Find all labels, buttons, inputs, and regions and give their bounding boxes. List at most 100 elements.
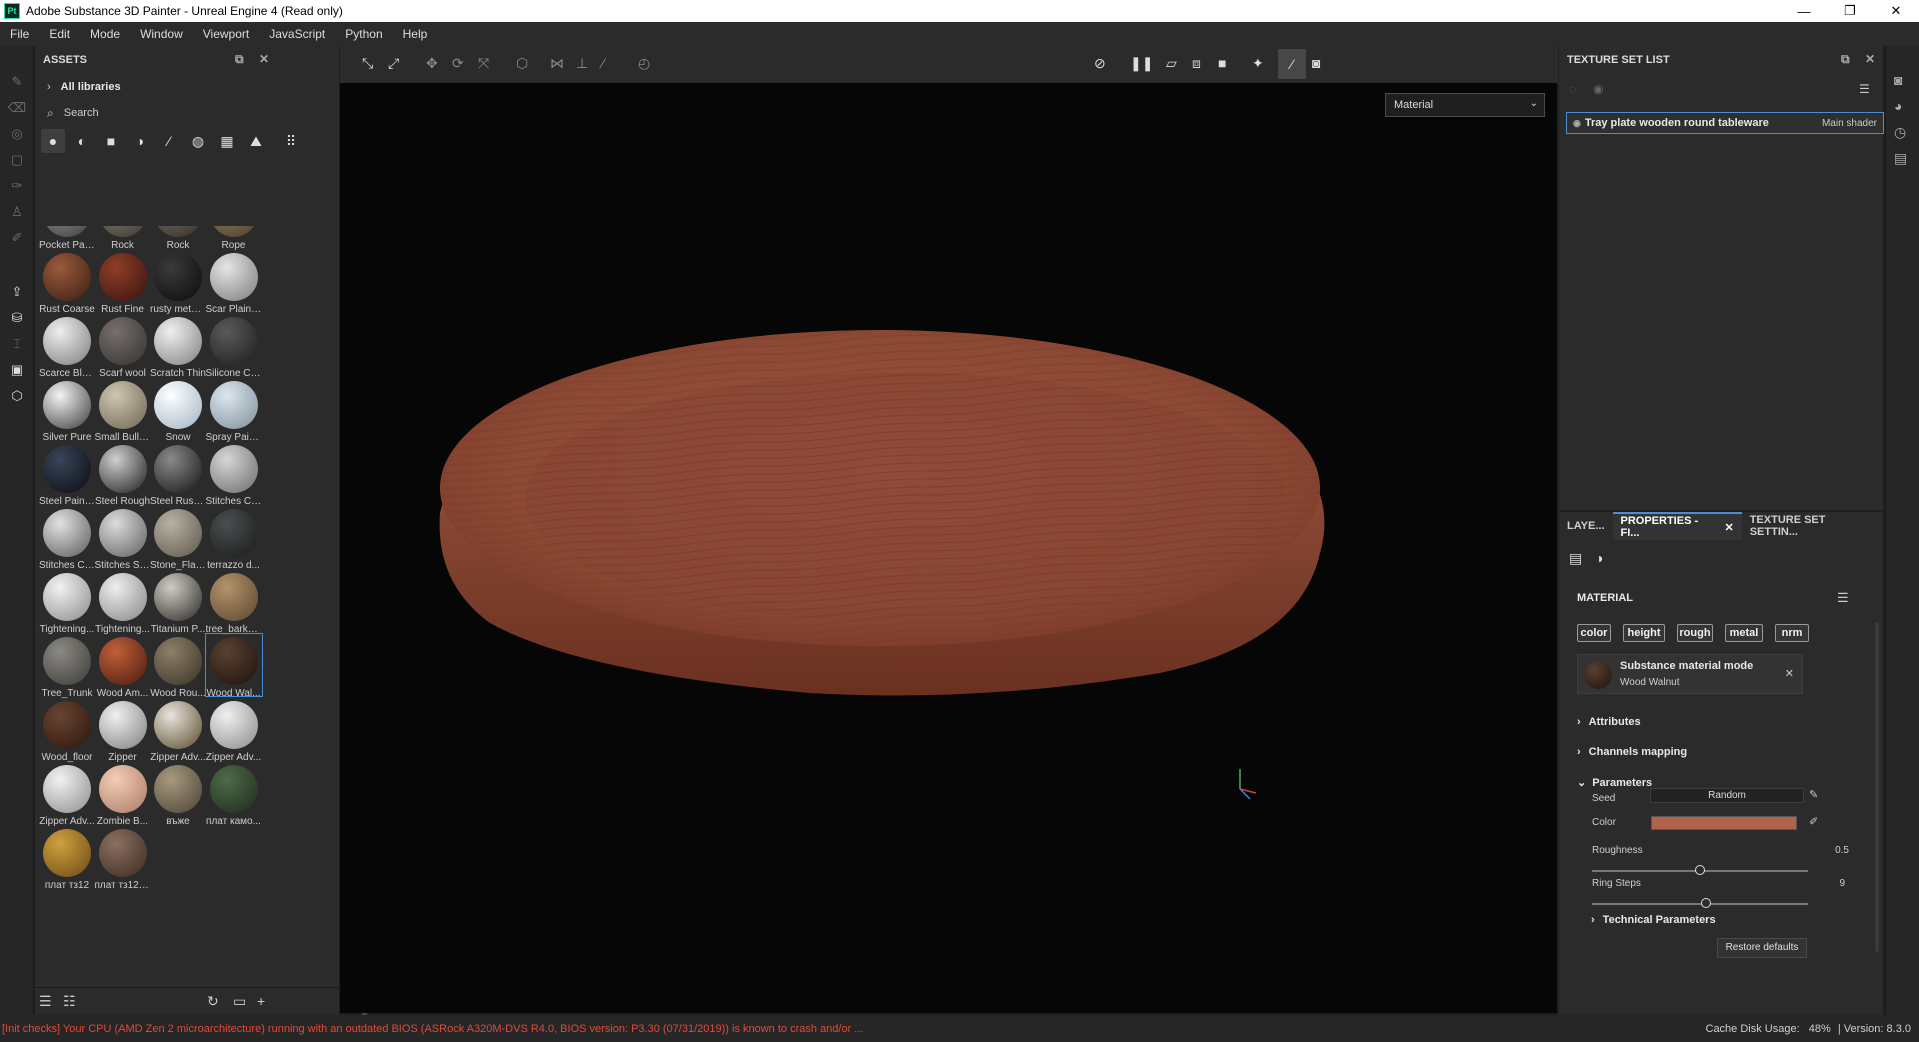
asset-tile[interactable]: rusty metal... [150, 250, 206, 315]
3d-viewport[interactable] [340, 83, 1557, 1013]
asset-tile[interactable]: Wood_floor [39, 698, 95, 763]
clone-stamp-icon[interactable]: ♙ [7, 202, 27, 222]
search-input[interactable]: Search [64, 107, 99, 119]
color-swatch[interactable] [1651, 816, 1797, 830]
search-row[interactable]: ⌕ Search [35, 100, 339, 126]
asset-tile[interactable]: Tightening... [95, 570, 151, 635]
asset-tile[interactable]: tree_bark_v1 [206, 570, 262, 635]
rotate-icon[interactable]: ⟳ [452, 55, 464, 72]
view-2d-icon[interactable]: ▱ [1166, 55, 1177, 72]
smudge-icon[interactable]: ✑ [7, 176, 27, 196]
asset-tile[interactable]: Scratch Thin [150, 314, 206, 379]
properties-scrollbar[interactable] [1875, 622, 1879, 952]
asset-tile[interactable]: Rust Coarse [39, 250, 95, 315]
straight-line-icon[interactable]: ⁄ [602, 55, 604, 71]
refresh-icon[interactable]: ↻ [207, 993, 219, 1010]
asset-tile[interactable]: въже [150, 762, 206, 827]
channel-rough-button[interactable]: rough [1677, 624, 1713, 642]
viewport-mode-select[interactable]: Material ⌄ [1385, 93, 1545, 117]
tree-view-icon[interactable]: ☷ [63, 993, 76, 1010]
mesh-icon[interactable]: ⬡ [7, 386, 27, 406]
material-mode-card[interactable]: Substance material mode Wood Walnut ✕ [1577, 654, 1803, 694]
asset-tile[interactable]: Tree_Trunk [39, 634, 95, 699]
menu-python[interactable]: Python [335, 27, 392, 41]
ring-steps-slider-handle[interactable] [1701, 898, 1712, 908]
asset-tile[interactable]: Scarf wool [95, 314, 151, 379]
asset-tile[interactable]: Zipper Adv... [206, 698, 262, 763]
asset-tile[interactable]: Snow [150, 378, 206, 443]
menu-viewport[interactable]: Viewport [193, 27, 259, 41]
log-icon[interactable]: ▤ [1894, 150, 1907, 167]
menu-javascript[interactable]: JavaScript [259, 27, 335, 41]
asset-tile[interactable]: Stone_Flat_... [150, 506, 206, 571]
pause-icon[interactable]: ❚❚ [1130, 55, 1153, 72]
filter-brushes-icon[interactable]: ⁄ [157, 129, 181, 153]
asset-tile[interactable]: Steel Rough [95, 442, 151, 507]
channel-metal-button[interactable]: metal [1725, 624, 1763, 642]
technical-parameters-section[interactable]: › Technical Parameters [1591, 914, 1716, 926]
asset-tile[interactable]: Wood Am... [95, 634, 151, 699]
ruler-icon[interactable]: ⌶ [7, 334, 27, 354]
asset-tile[interactable]: Titanium P... [150, 570, 206, 635]
material-id-icon[interactable]: ⛁ [7, 308, 27, 328]
options-menu-icon[interactable]: ☰ [1837, 590, 1849, 606]
roughness-slider-handle[interactable] [1695, 865, 1705, 875]
asset-tile[interactable]: Steel Painted [39, 442, 95, 507]
list-view-icon[interactable]: ☰ [39, 993, 52, 1010]
edit-icon[interactable]: ✎ [1809, 788, 1818, 801]
texture-set-item[interactable]: ◉ Tray plate wooden round tableware Main… [1566, 112, 1884, 134]
geometry-mask-icon[interactable]: ▢ [7, 150, 27, 170]
bake-icon[interactable]: ⇪ [7, 282, 27, 302]
asset-tile[interactable]: Zipper [95, 698, 151, 763]
filter-smart-masks-icon[interactable]: ◑ [128, 129, 152, 153]
asset-tile[interactable]: Spray Pain... [206, 378, 262, 443]
material-sphere-icon[interactable]: ◑ [1595, 550, 1603, 566]
filter-environments-icon[interactable]: ⛰ [244, 129, 268, 153]
asset-tile[interactable]: Wood Rou... [150, 634, 206, 699]
history-icon[interactable]: ◷ [1894, 124, 1906, 141]
undock-icon[interactable]: ⧉ [235, 52, 244, 67]
seed-random-button[interactable]: Random [1650, 788, 1804, 803]
asset-tile[interactable]: Scar Plain ... [206, 250, 262, 315]
channel-color-button[interactable]: color [1577, 624, 1611, 642]
hide-icon[interactable]: ⊘ [1094, 55, 1106, 72]
eraser-icon[interactable]: ⌫ [7, 98, 27, 118]
menu-help[interactable]: Help [393, 27, 438, 41]
tab-properties[interactable]: PROPERTIES - FI... ✕ [1612, 512, 1742, 540]
camera-mode-icon[interactable]: ■ [1218, 55, 1226, 71]
tab-layers[interactable]: LAYE... [1559, 512, 1613, 540]
asset-tile[interactable]: плат камо... [206, 762, 262, 827]
eyedropper-icon[interactable]: ✐ [1809, 815, 1818, 828]
close-icon[interactable]: ✕ [1865, 52, 1875, 66]
channel-nrm-button[interactable]: nrm [1775, 624, 1809, 642]
add-icon[interactable]: + [257, 993, 265, 1009]
close-icon[interactable]: ✕ [259, 52, 269, 66]
bake-mode-icon[interactable]: ✦ [1252, 55, 1264, 72]
transform-icon[interactable]: ⤡ [362, 55, 373, 72]
channels-mapping-section[interactable]: › Channels mapping [1577, 746, 1687, 758]
asset-tile[interactable]: Zipper Adv... [39, 762, 95, 827]
snapping-icon[interactable]: ⊥ [576, 55, 588, 72]
asset-tile[interactable]: Stitches Co... [206, 442, 262, 507]
grid-view-icon[interactable]: ⠿ [279, 129, 303, 153]
filter-smart-materials-icon[interactable]: ◐ [70, 129, 94, 153]
hide-all-icon[interactable]: ◌ [1569, 82, 1576, 96]
undock-icon[interactable]: ⧉ [1841, 52, 1850, 67]
asset-tile[interactable]: Wood Wal... [204, 633, 263, 699]
paint-brush-icon[interactable]: ✎ [7, 72, 27, 92]
tab-texture-set-settings[interactable]: TEXTURE SET SETTIN... [1742, 512, 1883, 540]
camera-icon[interactable]: ⬡ [516, 55, 528, 72]
asset-tile[interactable]: Rope [206, 226, 262, 251]
color-picker-icon[interactable]: ✐ [7, 228, 27, 248]
filter-textures-icon[interactable]: ▦ [215, 129, 239, 153]
attributes-section[interactable]: › Attributes [1577, 716, 1641, 728]
asset-tile[interactable]: Small Bulle... [95, 378, 151, 443]
asset-tile[interactable]: Silicone Coat [206, 314, 262, 379]
close-icon[interactable]: ✕ [1785, 667, 1794, 680]
scale-icon[interactable]: ⤧ [478, 55, 489, 72]
menu-icon[interactable]: ☰ [1859, 82, 1870, 96]
move-icon[interactable]: ✥ [426, 55, 438, 72]
asset-tile[interactable]: Zipper Adv... [150, 698, 206, 763]
asset-tile[interactable]: Rock [150, 226, 206, 251]
close-window-button[interactable]: ✕ [1873, 0, 1919, 22]
